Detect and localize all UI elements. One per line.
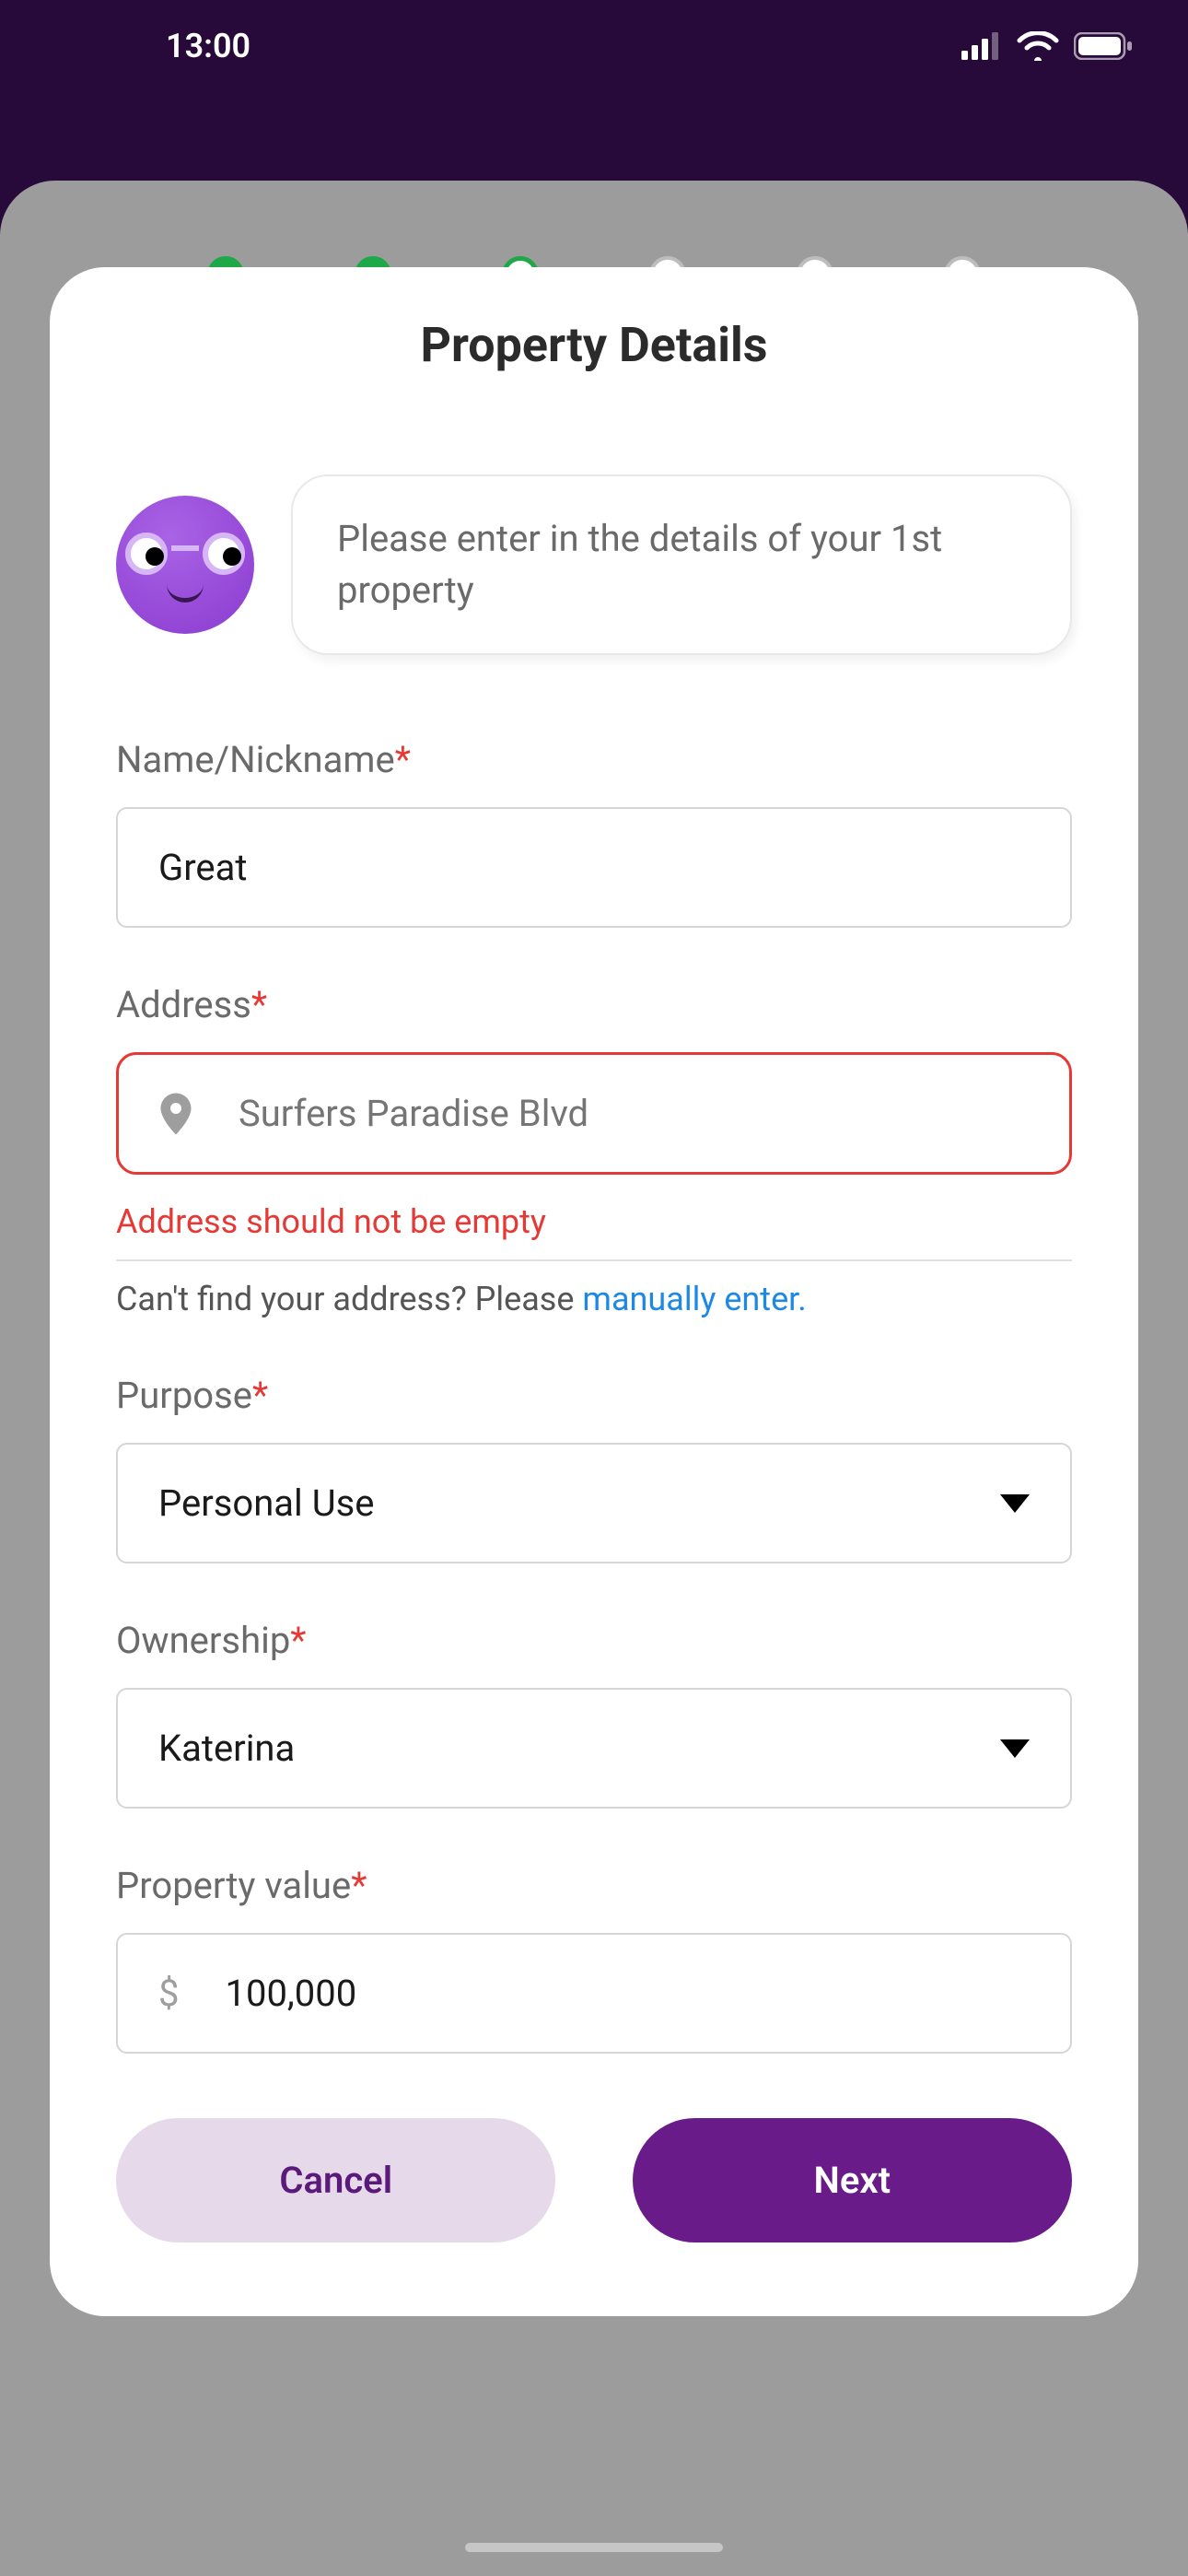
ownership-group: Ownership* Katerina bbox=[116, 1619, 1072, 1809]
home-indicator[interactable] bbox=[465, 2543, 723, 2552]
status-icons bbox=[961, 31, 1133, 61]
purpose-select[interactable]: Personal Use bbox=[116, 1443, 1072, 1563]
chevron-down-icon bbox=[1000, 1494, 1030, 1513]
address-input-wrap[interactable] bbox=[116, 1052, 1072, 1175]
ownership-label-text: Ownership bbox=[116, 1619, 290, 1662]
purpose-label-text: Purpose bbox=[116, 1374, 252, 1417]
next-button[interactable]: Next bbox=[633, 2118, 1072, 2242]
address-input[interactable] bbox=[239, 1092, 1029, 1135]
intro-speech: Please enter in the details of your 1st … bbox=[291, 474, 1072, 655]
property-value-label-text: Property value bbox=[116, 1864, 351, 1907]
status-bar: 13:00 bbox=[0, 0, 1188, 92]
property-value-input[interactable] bbox=[225, 1972, 1030, 2015]
purpose-value: Personal Use bbox=[158, 1481, 375, 1525]
chevron-down-icon bbox=[1000, 1739, 1030, 1758]
purpose-group: Purpose* Personal Use bbox=[116, 1374, 1072, 1563]
address-label: Address* bbox=[116, 983, 1072, 1026]
purpose-label: Purpose* bbox=[116, 1374, 1072, 1417]
property-value-group: Property value* $ bbox=[116, 1864, 1072, 2054]
address-helper: Can't find your address? Please manually… bbox=[116, 1280, 1072, 1318]
name-label: Name/Nickname* bbox=[116, 738, 1072, 781]
cellular-icon bbox=[961, 32, 1002, 60]
name-label-text: Name/Nickname bbox=[116, 738, 395, 781]
property-value-input-wrap[interactable]: $ bbox=[116, 1933, 1072, 2054]
ownership-value: Katerina bbox=[158, 1727, 295, 1770]
address-helper-text: Can't find your address? Please bbox=[116, 1280, 582, 1318]
property-details-modal: Property Details Please enter in the det… bbox=[50, 267, 1138, 2316]
location-pin-icon bbox=[159, 1093, 192, 1135]
status-time: 13:00 bbox=[166, 27, 250, 65]
assistant-avatar bbox=[116, 496, 254, 634]
ownership-label: Ownership* bbox=[116, 1619, 1072, 1662]
cancel-button[interactable]: Cancel bbox=[116, 2118, 555, 2242]
modal-title: Property Details bbox=[116, 317, 1072, 373]
manually-enter-link[interactable]: manually enter. bbox=[582, 1280, 806, 1318]
intro-row: Please enter in the details of your 1st … bbox=[116, 474, 1072, 655]
battery-icon bbox=[1074, 32, 1133, 60]
name-group: Name/Nickname* bbox=[116, 738, 1072, 928]
address-error: Address should not be empty bbox=[116, 1202, 1072, 1261]
currency-symbol: $ bbox=[158, 1972, 179, 2015]
address-group: Address* Address should not be empty Can… bbox=[116, 983, 1072, 1318]
name-input[interactable] bbox=[116, 807, 1072, 928]
address-label-text: Address bbox=[116, 983, 251, 1026]
button-row: Cancel Next bbox=[116, 2118, 1072, 2242]
ownership-select[interactable]: Katerina bbox=[116, 1688, 1072, 1809]
property-value-label: Property value* bbox=[116, 1864, 1072, 1907]
wifi-icon bbox=[1017, 31, 1059, 61]
